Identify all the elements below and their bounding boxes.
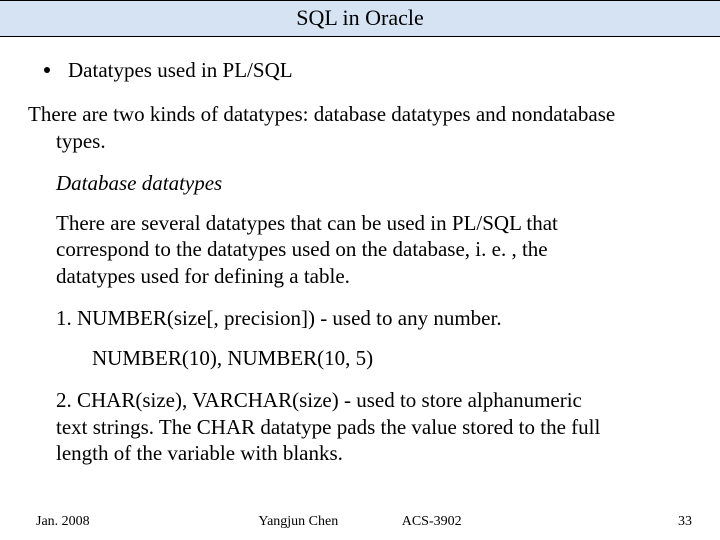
intro-paragraph: There are two kinds of datatypes: databa… (28, 101, 692, 154)
num2-line-1: 2. CHAR(size), VARCHAR(size) - used to s… (56, 387, 692, 413)
slide-title-bar: SQL in Oracle (0, 0, 720, 37)
desc-line-2: correspond to the datatypes used on the … (56, 236, 692, 262)
desc-paragraph: There are several datatypes that can be … (28, 210, 692, 289)
intro-line-2: types. (30, 128, 692, 154)
desc-line-3: datatypes used for defining a table. (56, 263, 692, 289)
bullet-item: Datatypes used in PL/SQL (28, 57, 692, 83)
example-line: NUMBER(10), NUMBER(10, 5) (28, 345, 692, 371)
num2-line-2: text strings. The CHAR datatype pads the… (56, 414, 692, 440)
footer-date: Jan. 2008 (36, 514, 90, 530)
footer-course: ACS-3902 (402, 514, 462, 529)
footer-center: Yangjun Chen ACS-3902 (0, 514, 720, 530)
desc-line-1: There are several datatypes that can be … (56, 210, 692, 236)
footer-author: Yangjun Chen (258, 514, 338, 529)
footer-page: 33 (678, 514, 692, 530)
bullet-icon (44, 67, 50, 73)
num2-line-3: length of the variable with blanks. (56, 440, 692, 466)
intro-line-1: There are two kinds of datatypes: databa… (30, 101, 692, 127)
numbered-item-1: 1. NUMBER(size[, precision]) - used to a… (28, 305, 692, 331)
slide-content: Datatypes used in PL/SQL There are two k… (0, 37, 720, 466)
subheading: Database datatypes (28, 170, 692, 196)
slide-title: SQL in Oracle (296, 5, 423, 30)
numbered-item-2: 2. CHAR(size), VARCHAR(size) - used to s… (28, 387, 692, 466)
slide-footer: Jan. 2008 Yangjun Chen ACS-3902 33 (0, 514, 720, 530)
bullet-text: Datatypes used in PL/SQL (68, 57, 293, 83)
